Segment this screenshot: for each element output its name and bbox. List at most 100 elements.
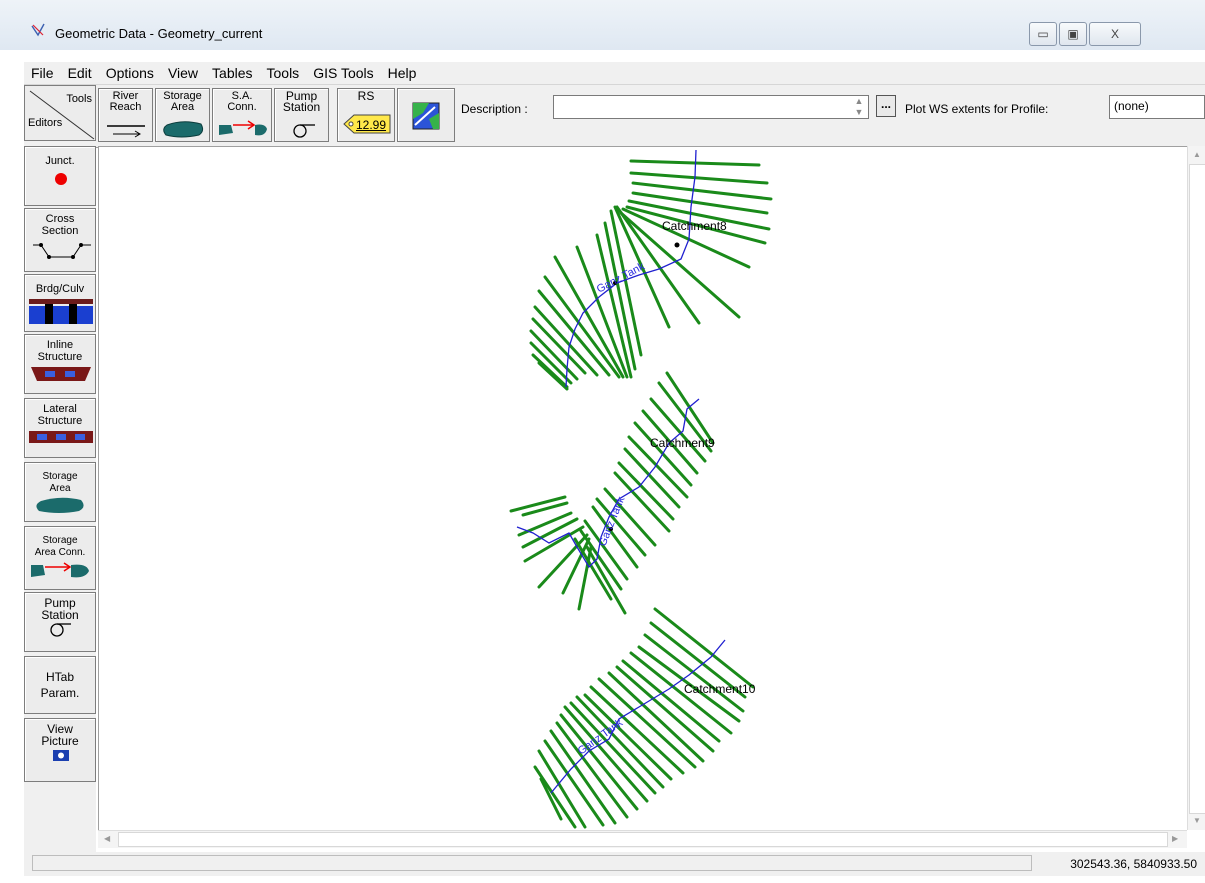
river-reach-button[interactable]: River Reach — [98, 88, 153, 142]
camera-icon — [53, 750, 69, 761]
vertical-scrollbar[interactable]: ▲ ▼ — [1187, 146, 1205, 830]
catchment9-label[interactable]: Catchment9 — [650, 436, 715, 450]
cross-section-line[interactable] — [531, 353, 569, 389]
htab-param-label: HTab Param. — [40, 670, 80, 700]
sa-connection-icon — [219, 120, 267, 136]
editor-inline-structure[interactable]: Inline Structure — [24, 334, 96, 394]
hec-ras-app-icon — [31, 23, 45, 37]
inline-structure-label: Inline Structure — [37, 339, 83, 363]
spin-up-icon: ▲ — [854, 96, 864, 106]
plot-ws-extents-label: Plot WS extents for Profile: — [905, 102, 1049, 116]
cross-section-label: Cross Section — [41, 213, 79, 237]
catchment8-label[interactable]: Catchment8 — [662, 219, 727, 233]
vertical-scroll-thumb[interactable] — [1189, 164, 1205, 814]
lateral-structure-icon — [29, 431, 93, 443]
storage-area-conn-icon — [31, 562, 89, 578]
menu-view[interactable]: View — [161, 65, 205, 81]
cross-section-line[interactable] — [643, 633, 745, 713]
close-button[interactable]: X — [1089, 22, 1141, 46]
pump-icon — [293, 124, 315, 138]
rs-label: RS — [357, 89, 375, 103]
cross-section-line[interactable] — [509, 495, 567, 513]
spin-down-icon: ▼ — [854, 107, 864, 117]
cross-section-line[interactable] — [529, 341, 573, 385]
junct-label: Junct. — [45, 155, 75, 167]
horizontal-scrollbar[interactable]: ◀ ▶ — [98, 830, 1187, 848]
scroll-down-icon[interactable]: ▼ — [1193, 816, 1201, 825]
maximize-button[interactable]: ▣ — [1059, 22, 1087, 46]
corner-tools-label: Tools — [66, 93, 92, 105]
description-browse-button[interactable]: ... — [876, 95, 896, 117]
status-message-panel — [32, 855, 1032, 871]
pump-station-label: Pump Station — [282, 89, 321, 114]
pump-station-editor-icon — [50, 623, 71, 637]
cross-section-icon — [33, 243, 91, 259]
storage-area-editor-label: Storage Area — [42, 471, 78, 494]
storage-area-button[interactable]: Storage Area — [155, 88, 210, 142]
cross-section-line[interactable] — [585, 545, 627, 615]
description-spinner[interactable]: ▲ ▼ — [850, 96, 868, 118]
editor-lateral-structure[interactable]: Lateral Structure — [24, 398, 96, 458]
maximize-icon: ▣ — [1067, 27, 1079, 41]
tools-editors-toggle[interactable]: Tools Editors — [24, 85, 96, 141]
editor-cross-section[interactable]: Cross Section — [24, 208, 96, 272]
rs-button[interactable]: RS 12.99 — [337, 88, 395, 142]
menu-edit[interactable]: Edit — [61, 65, 99, 81]
editors-sidebar: Junct. Cross Section Brdg/Culv Inline St… — [24, 146, 96, 858]
editor-storage-area-conn[interactable]: Storage Area Conn. — [24, 526, 96, 590]
cross-section-line[interactable] — [621, 207, 751, 269]
inline-structure-icon — [31, 367, 91, 381]
catchment10-label[interactable]: Catchment10 — [684, 682, 756, 696]
title-bar: Geometric Data - Geometry_current ▭ ▣ X — [0, 0, 1205, 50]
storage-area-conn-label: Storage Area Conn. — [34, 535, 86, 558]
brdg-culv-label: Brdg/Culv — [35, 283, 85, 295]
gis-map-button[interactable] — [397, 88, 455, 142]
window-title: Geometric Data - Geometry_current — [55, 26, 263, 41]
cross-section-line[interactable] — [517, 511, 573, 537]
corner-editors-label: Editors — [28, 117, 63, 129]
editor-brdg-culv[interactable]: Brdg/Culv — [24, 274, 96, 332]
bridge-icon — [29, 299, 93, 324]
sa-conn-button[interactable]: S.A. Conn. — [212, 88, 272, 142]
geometry-canvas[interactable]: Catchment8 Catchment9 Catchment10 Ganz T… — [98, 146, 1188, 831]
menu-help[interactable]: Help — [381, 65, 424, 81]
minimize-icon: ▭ — [1037, 27, 1049, 41]
catchment8-flow-point[interactable] — [674, 242, 680, 248]
horizontal-scroll-thumb[interactable] — [118, 832, 1168, 847]
river-reach-label: River Reach — [109, 90, 142, 113]
editor-htab-param[interactable]: HTab Param. — [24, 656, 96, 714]
junction-icon — [55, 173, 67, 185]
menu-gis-tools[interactable]: GIS Tools — [306, 65, 380, 81]
cross-section-line[interactable] — [529, 329, 579, 381]
menu-file[interactable]: File — [24, 65, 61, 81]
storage-area-icon — [163, 121, 204, 138]
menu-tools[interactable]: Tools — [260, 65, 307, 81]
rs-value: 12.99 — [356, 118, 387, 132]
editor-view-picture[interactable]: View Picture — [24, 718, 96, 782]
cross-section-line[interactable] — [629, 171, 769, 185]
editor-storage-area[interactable]: Storage Area — [24, 462, 96, 522]
scroll-right-icon[interactable]: ▶ — [1172, 834, 1178, 843]
description-input[interactable] — [553, 95, 869, 119]
profile-select[interactable]: (none) — [1109, 95, 1205, 119]
menu-tables[interactable]: Tables — [205, 65, 259, 81]
reach-arrow-icon — [107, 125, 145, 138]
cross-section-line[interactable] — [665, 371, 715, 445]
geometry-map[interactable]: Catchment8 Catchment9 Catchment10 Ganz T… — [99, 147, 1188, 831]
status-bar: 302543.36, 5840933.50 — [24, 852, 1205, 876]
lateral-structure-label: Lateral Structure — [37, 403, 83, 427]
menu-options[interactable]: Options — [99, 65, 161, 81]
scroll-left-icon[interactable]: ◀ — [104, 834, 110, 843]
pump-station-button[interactable]: Pump Station — [274, 88, 329, 142]
map-icon — [412, 102, 440, 130]
storage-area-label: Storage Area — [163, 90, 202, 113]
minimize-button[interactable]: ▭ — [1029, 22, 1057, 46]
close-icon: X — [1110, 27, 1119, 41]
cross-section-line[interactable] — [653, 607, 755, 689]
pump-station-editor-label: Pump Station — [41, 596, 79, 622]
scroll-up-icon[interactable]: ▲ — [1193, 150, 1201, 159]
cross-section-line[interactable] — [543, 739, 605, 827]
cursor-coordinates: 302543.36, 5840933.50 — [1070, 857, 1197, 871]
editor-junct[interactable]: Junct. — [24, 146, 96, 206]
editor-pump-station[interactable]: Pump Station — [24, 592, 96, 652]
